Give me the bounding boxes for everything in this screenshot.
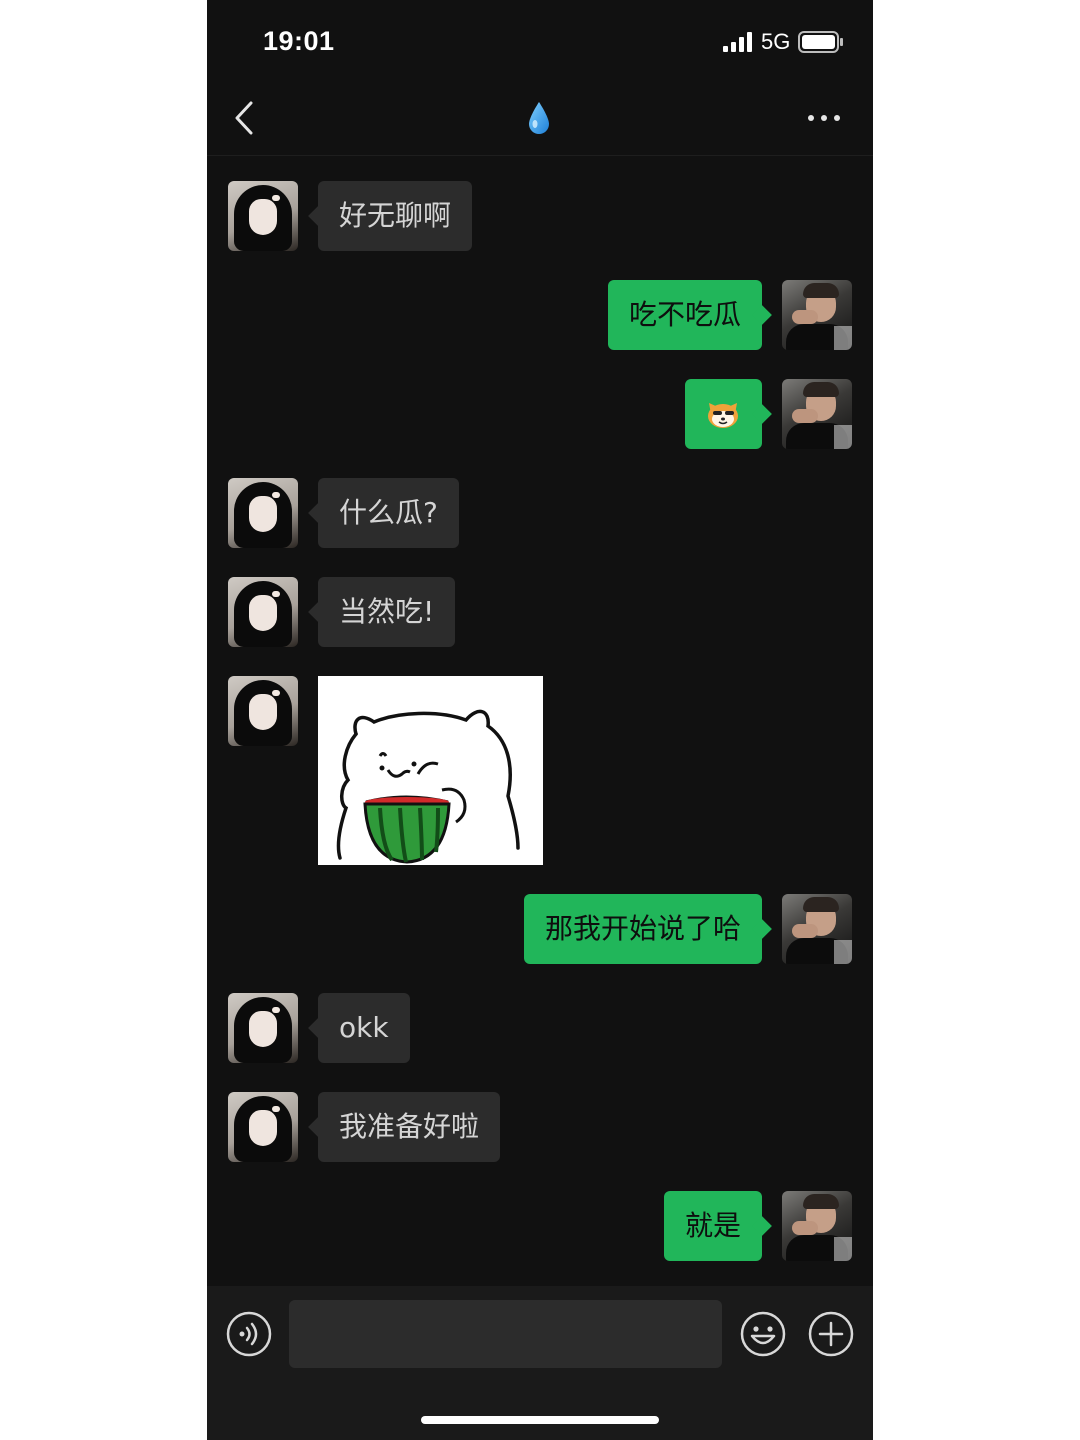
contact-avatar[interactable] bbox=[228, 181, 298, 251]
contact-avatar[interactable] bbox=[228, 478, 298, 548]
outgoing-emoji-message[interactable] bbox=[685, 379, 762, 449]
incoming-message[interactable]: 好无聊啊 bbox=[318, 181, 473, 251]
battery-icon bbox=[798, 31, 843, 53]
message-text: 吃不吃瓜 bbox=[628, 298, 741, 331]
contact-avatar[interactable] bbox=[228, 676, 298, 746]
droplet-icon bbox=[529, 102, 549, 134]
incoming-message[interactable]: okk bbox=[318, 993, 410, 1063]
incoming-message[interactable]: 什么瓜? bbox=[318, 478, 459, 548]
contact-avatar[interactable] bbox=[228, 993, 298, 1063]
sticker-drawing bbox=[336, 709, 520, 864]
contact-avatar[interactable] bbox=[228, 577, 298, 647]
message-text: 当然吃! bbox=[339, 595, 435, 628]
message-text: 那我开始说了哈 bbox=[544, 912, 741, 945]
contact-avatar[interactable] bbox=[228, 1092, 298, 1162]
incoming-message[interactable]: 我准备好啦 bbox=[318, 1092, 501, 1162]
status-time: 19:01 bbox=[263, 26, 335, 56]
outgoing-message[interactable]: 吃不吃瓜 bbox=[607, 280, 762, 350]
home-indicator bbox=[421, 1416, 659, 1424]
status-bar: 19:01 5G bbox=[207, 0, 873, 90]
incoming-message[interactable]: 当然吃! bbox=[318, 577, 456, 647]
network-label: 5G bbox=[761, 29, 791, 54]
chat-screen: 19:01 5G 好无聊啊 吃不吃瓜 什么瓜? 当然吃! 那我开始说了哈 okk… bbox=[207, 0, 873, 1440]
self-avatar[interactable] bbox=[782, 379, 852, 449]
chat-header bbox=[207, 90, 873, 156]
self-avatar[interactable] bbox=[782, 1191, 852, 1261]
message-text: 就是 bbox=[684, 1209, 741, 1242]
plus-icon[interactable] bbox=[807, 1310, 855, 1358]
input-bar bbox=[207, 1286, 873, 1440]
outgoing-message[interactable]: 就是 bbox=[663, 1191, 762, 1261]
message-text: okk bbox=[339, 1011, 389, 1044]
message-input[interactable] bbox=[289, 1300, 722, 1368]
message-text: 什么瓜? bbox=[339, 496, 438, 529]
cat-eating-watermelon-sticker[interactable] bbox=[318, 676, 543, 865]
voice-icon[interactable] bbox=[225, 1310, 273, 1358]
self-avatar[interactable] bbox=[782, 280, 852, 350]
back-button[interactable] bbox=[229, 100, 259, 136]
outgoing-message[interactable]: 那我开始说了哈 bbox=[523, 894, 762, 964]
message-text: 我准备好啦 bbox=[339, 1110, 480, 1143]
message-text: 好无聊啊 bbox=[339, 199, 452, 232]
self-avatar[interactable] bbox=[782, 894, 852, 964]
emoji-icon[interactable] bbox=[739, 1310, 787, 1358]
signal-icon bbox=[723, 32, 752, 52]
cat-face-emoji-icon bbox=[708, 403, 738, 428]
more-button[interactable] bbox=[805, 112, 845, 124]
